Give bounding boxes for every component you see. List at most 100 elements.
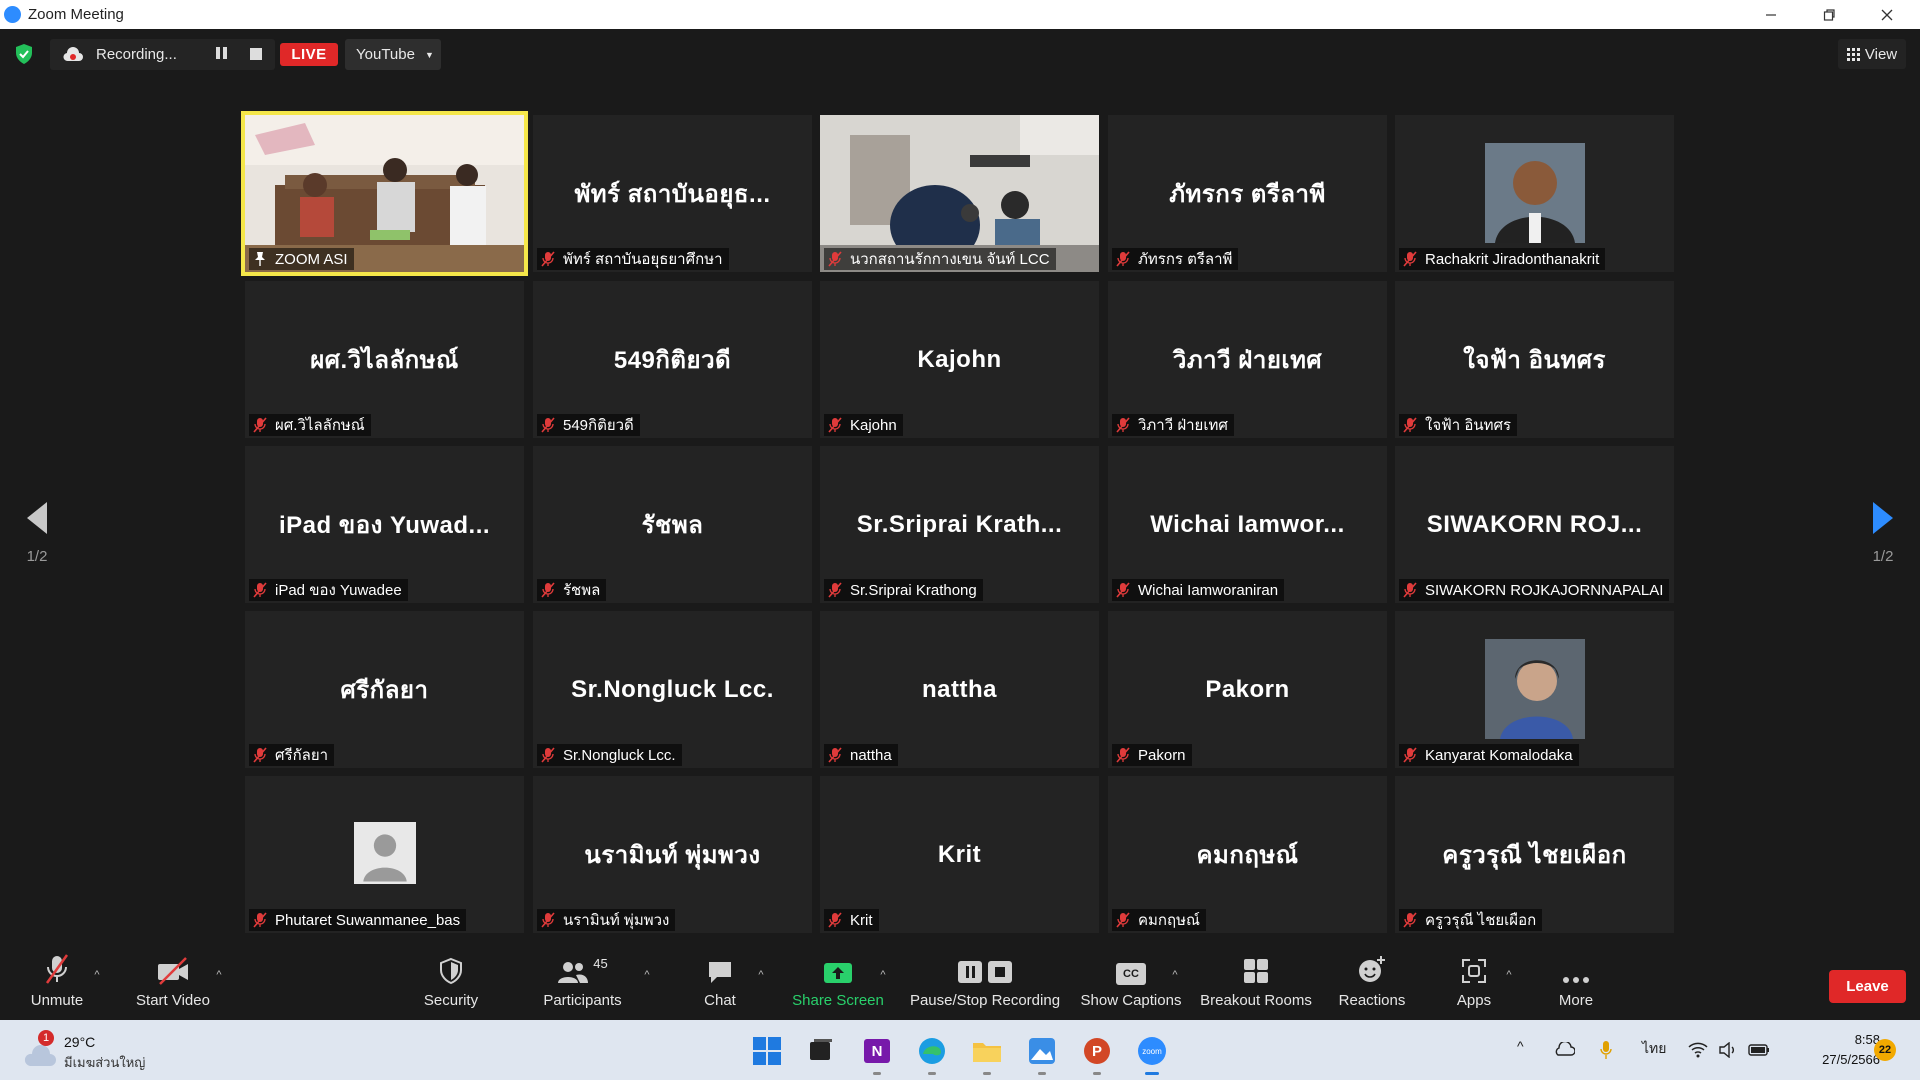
restore-icon <box>1823 8 1835 21</box>
participant-tile[interactable]: Rachakrit Jiradonthanakrit <box>1395 115 1674 272</box>
recording-label: Recording... <box>96 46 177 63</box>
windows-start-button[interactable] <box>750 1034 784 1068</box>
participant-tile[interactable]: ใจฟ้า อินทศร ใจฟ้า อินทศร <box>1395 281 1674 438</box>
participant-tile[interactable]: ภัทรกร ตรีลาพี ภัทรกร ตรีลาพี <box>1108 115 1387 272</box>
participant-name-label: วิภาวี ฝ่ายเทศ <box>1112 414 1234 436</box>
participant-tile[interactable]: พัทร์ สถาบันอยุธ... พัทร์ สถาบันอยุธยาศึก… <box>533 115 812 272</box>
minimize-button[interactable] <box>1742 0 1800 29</box>
view-button[interactable]: View <box>1838 39 1906 69</box>
participant-name-label: Wichai Iamworaniran <box>1112 579 1285 601</box>
participant-tile[interactable]: SIWAKORN ROJ... SIWAKORN ROJKAJORNNAPALAI <box>1395 446 1674 603</box>
video-options-chevron-icon[interactable]: ^ <box>212 969 226 981</box>
volume-icon[interactable] <box>1718 1042 1738 1058</box>
participant-tile[interactable]: คมกฤษณ์ คมกฤษณ์ <box>1108 776 1387 933</box>
participant-tile[interactable]: iPad ของ Yuwad... iPad ของ Yuwadee <box>245 446 524 603</box>
muted-microphone-icon <box>1403 747 1417 763</box>
livestream-target-dropdown[interactable]: YouTube ▼ <box>345 39 441 70</box>
captions-options-chevron-icon[interactable]: ^ <box>1168 969 1182 981</box>
pause-recording-button[interactable] <box>216 47 230 61</box>
muted-microphone-icon <box>1116 582 1130 598</box>
reactions-button[interactable]: Reactions <box>1334 948 1410 1020</box>
taskbar-powerpoint[interactable]: P <box>1080 1034 1114 1075</box>
participant-name-label: Phutaret Suwanmanee_bas <box>249 909 467 931</box>
encryption-shield-icon[interactable] <box>14 43 34 65</box>
next-page-button[interactable]: 1/2 <box>1848 500 1918 580</box>
audio-options-chevron-icon[interactable]: ^ <box>90 969 104 981</box>
participant-tile[interactable]: Krit Krit <box>820 776 1099 933</box>
breakout-rooms-button[interactable]: Breakout Rooms <box>1198 948 1314 1020</box>
taskbar-photos[interactable] <box>1025 1034 1059 1075</box>
participant-tile[interactable]: Wichai Iamwor... Wichai Iamworaniran <box>1108 446 1387 603</box>
participant-tile[interactable]: นวกสถานรักกางเขน จันท์ LCC <box>820 115 1099 272</box>
participant-tile[interactable]: Phutaret Suwanmanee_bas <box>245 776 524 933</box>
participant-name: Rachakrit Jiradonthanakrit <box>1425 250 1600 268</box>
onedrive-cloud-icon[interactable] <box>1553 1042 1575 1056</box>
arrow-right-icon <box>1873 502 1893 534</box>
security-button[interactable]: Security <box>415 948 487 1020</box>
taskbar-edge[interactable] <box>915 1034 949 1075</box>
taskbar-onenote[interactable]: N <box>860 1034 894 1075</box>
unmute-button[interactable]: Unmute <box>22 948 92 1020</box>
taskbar-file-explorer[interactable] <box>970 1034 1004 1075</box>
participants-button[interactable]: 45 Participants <box>540 948 625 1020</box>
meeting-top-bar: Recording... LIVE YouTube ▼ View <box>0 29 1920 81</box>
restore-button[interactable] <box>1800 0 1858 29</box>
security-shield-icon <box>440 957 462 985</box>
chat-options-chevron-icon[interactable]: ^ <box>754 969 768 981</box>
muted-microphone-icon <box>1116 912 1130 928</box>
battery-icon[interactable] <box>1748 1042 1770 1058</box>
participant-tile[interactable]: ZOOM ASI <box>241 111 528 276</box>
page-indicator-left: 1/2 <box>26 548 48 565</box>
participant-tile[interactable]: วิภาวี ฝ่ายเทศ วิภาวี ฝ่ายเทศ <box>1108 281 1387 438</box>
participant-profile-photo <box>1484 143 1585 243</box>
weather-widget[interactable]: 1 29°C มีเมฆส่วนใหญ่ <box>22 1030 222 1074</box>
participant-tile[interactable]: Kajohn Kajohn <box>820 281 1099 438</box>
participant-tile[interactable]: Pakorn Pakorn <box>1108 611 1387 768</box>
participant-tile[interactable]: รัชพล รัชพล <box>533 446 812 603</box>
participant-tile[interactable]: Kanyarat Komalodaka <box>1395 611 1674 768</box>
muted-microphone-icon <box>828 912 842 928</box>
participant-name-label: Rachakrit Jiradonthanakrit <box>1399 248 1606 270</box>
participants-options-chevron-icon[interactable]: ^ <box>640 969 654 981</box>
apps-options-chevron-icon[interactable]: ^ <box>1502 969 1516 981</box>
participant-tile[interactable]: ผศ.วิไลลักษณ์ ผศ.วิไลลักษณ์ <box>245 281 524 438</box>
participant-name-label: นรามินท์ พุ่มพวง <box>537 909 676 931</box>
wifi-icon[interactable] <box>1688 1042 1708 1058</box>
share-screen-button[interactable]: Share Screen <box>788 948 888 1020</box>
muted-microphone-icon <box>541 912 555 928</box>
pause-stop-recording-button[interactable]: Pause/Stop Recording <box>906 948 1064 1020</box>
share-options-chevron-icon[interactable]: ^ <box>876 969 890 981</box>
pause-stop-recording-label: Pause/Stop Recording <box>909 992 1061 1009</box>
previous-page-button[interactable]: 1/2 <box>2 500 72 580</box>
notification-count-badge[interactable]: 22 <box>1874 1039 1896 1061</box>
participant-tile[interactable]: nattha nattha <box>820 611 1099 768</box>
participant-tile[interactable]: ศรีกัลยา ศรีกัลยา <box>245 611 524 768</box>
chat-button[interactable]: Chat <box>690 948 750 1020</box>
start-video-button[interactable]: Start Video <box>128 948 218 1020</box>
leave-button[interactable]: Leave <box>1829 970 1906 1003</box>
input-language[interactable]: ไทย <box>1642 1038 1666 1060</box>
meeting-toolbar: Unmute ^ Start Video ^ Security 45 Parti… <box>0 948 1920 1020</box>
taskbar-zoom[interactable]: zoom <box>1135 1034 1169 1075</box>
stop-recording-button[interactable] <box>250 48 262 60</box>
participant-tile[interactable]: Sr.Sriprai Krath... Sr.Sriprai Krathong <box>820 446 1099 603</box>
show-captions-button[interactable]: CC Show Captions <box>1078 948 1184 1020</box>
taskbar-clock[interactable]: 8:58 27/5/2566 <box>1790 1030 1880 1070</box>
breakout-rooms-label: Breakout Rooms <box>1200 992 1312 1009</box>
more-button[interactable]: More <box>1546 948 1606 1020</box>
apps-button[interactable]: Apps <box>1444 948 1504 1020</box>
participant-tile[interactable]: Sr.Nongluck Lcc. Sr.Nongluck Lcc. <box>533 611 812 768</box>
microphone-tray-icon[interactable] <box>1600 1040 1612 1060</box>
show-hidden-icons-chevron-icon[interactable]: ^ <box>1517 1038 1524 1054</box>
taskbar-task-view[interactable] <box>804 1034 838 1068</box>
close-window-button[interactable] <box>1858 0 1916 29</box>
participant-tile[interactable]: นรามินท์ พุ่มพวง นรามินท์ พุ่มพวง <box>533 776 812 933</box>
participant-name-label: ผศ.วิไลลักษณ์ <box>249 414 371 436</box>
microphone-muted-icon <box>45 954 69 984</box>
participant-tile[interactable]: 549กิติยวดี 549กิติยวดี <box>533 281 812 438</box>
participant-tile[interactable]: ครูวรุณี ไชยเผือก ครูวรุณี ไชยเผือก <box>1395 776 1674 933</box>
participant-name: รัชพล <box>563 582 601 599</box>
participant-name-label: Sr.Nongluck Lcc. <box>537 744 682 766</box>
participant-name: Pakorn <box>1138 746 1186 764</box>
participant-name: ภัทรกร ตรีลาพี <box>1138 251 1233 268</box>
